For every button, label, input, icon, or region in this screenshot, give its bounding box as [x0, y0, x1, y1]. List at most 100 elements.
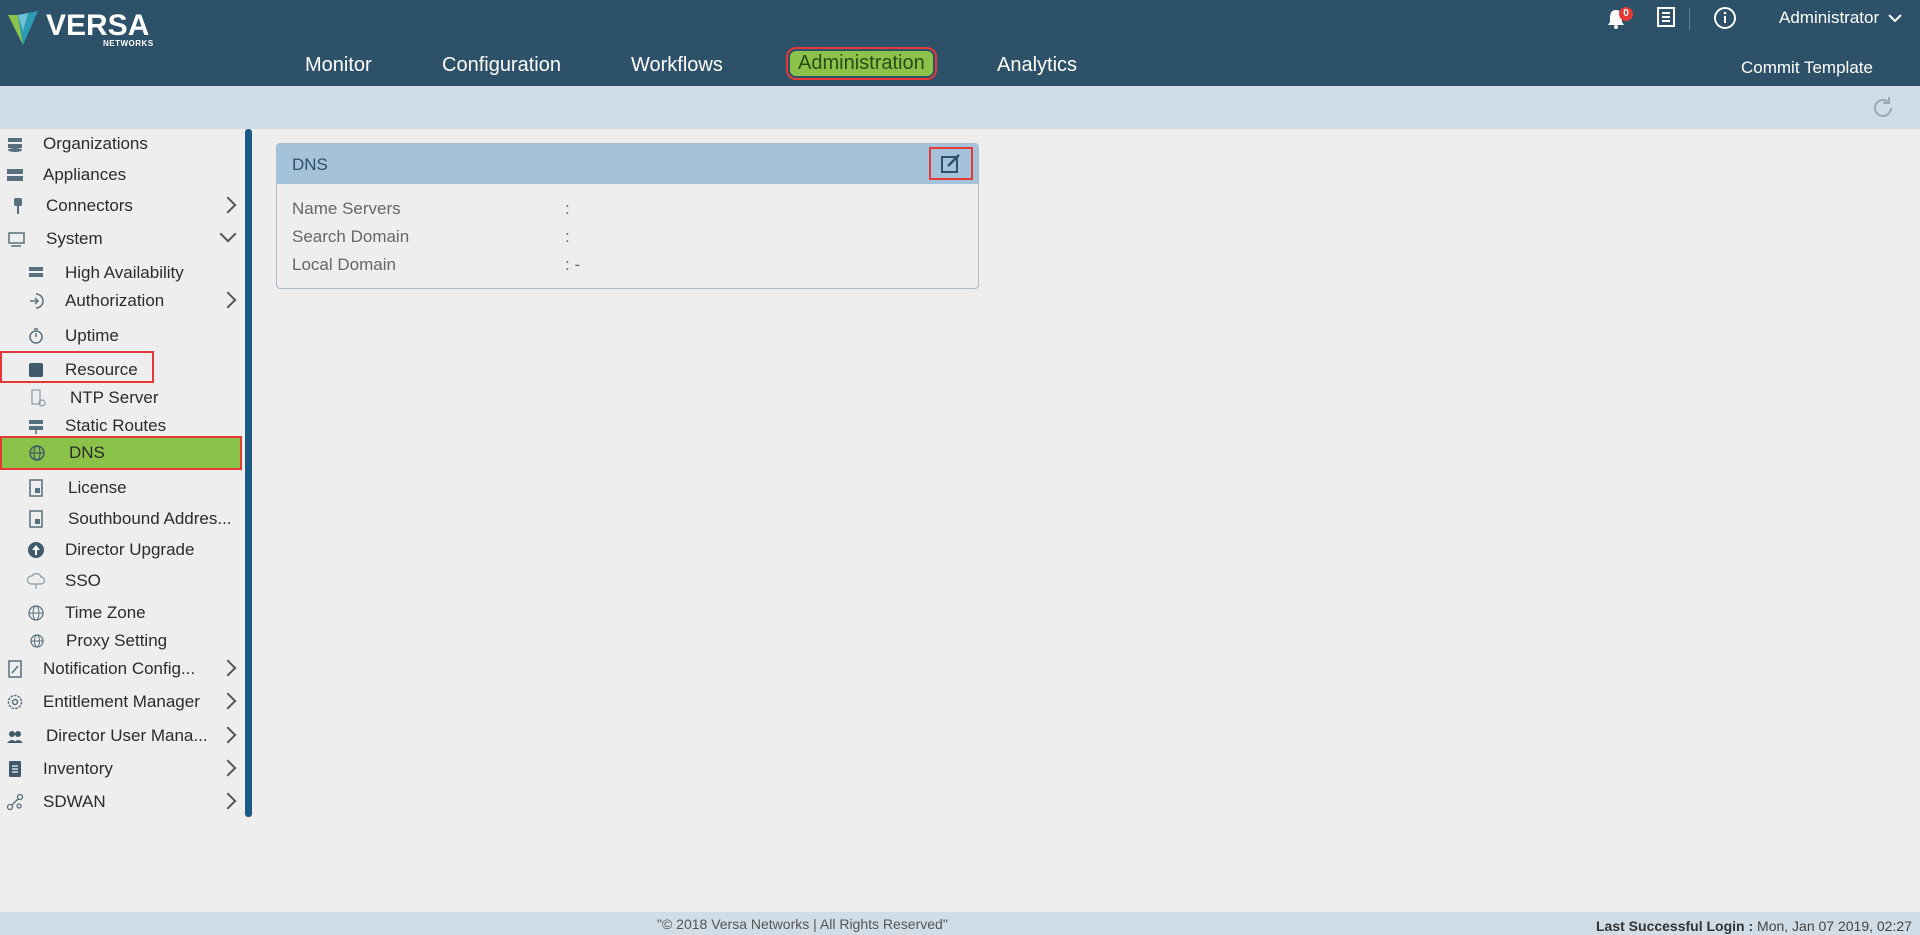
sidebar-item-label: Organizations: [43, 134, 148, 153]
refresh-button[interactable]: [1870, 95, 1896, 121]
sidebar-item-label: Inventory: [43, 759, 113, 778]
sidebar-item-uptime[interactable]: Uptime: [0, 323, 244, 349]
nav-configuration[interactable]: Configuration: [442, 54, 561, 77]
refresh-icon: [1874, 97, 1892, 117]
sidebar-item-proxy-setting[interactable]: Proxy Setting: [0, 628, 244, 654]
tasks-button[interactable]: [1656, 6, 1676, 33]
sdwan-icon: [6, 793, 24, 811]
sidebar-scrollbar[interactable]: [245, 129, 252, 817]
versa-logo[interactable]: VERSA NETWORKS: [6, 5, 156, 49]
sidebar-item-system[interactable]: System: [0, 225, 244, 252]
dns-card-header: DNS: [277, 144, 978, 184]
sidebar-item-static-routes[interactable]: Static Routes: [0, 413, 244, 439]
sidebar-item-label: Static Routes: [65, 416, 167, 435]
sidebar-item-sso[interactable]: SSO: [0, 568, 244, 594]
local-domain-value: : -: [565, 255, 581, 274]
sidebar-item-connectors[interactable]: Connectors: [0, 193, 244, 219]
sidebar-item-label: Appliances: [43, 165, 127, 184]
resource-icon: [29, 363, 43, 377]
sidebar-item-director-upgrade[interactable]: Director Upgrade: [0, 537, 244, 563]
search-domain-label: Search Domain: [292, 227, 410, 246]
director-upgrade-icon: [28, 542, 44, 558]
edit-dns-button[interactable]: [929, 147, 973, 180]
chevron-down-icon: [219, 225, 237, 243]
sidebar-item-label: Director User Mana...: [46, 726, 208, 745]
nav-workflows[interactable]: Workflows: [631, 54, 723, 77]
organizations-icon: [8, 138, 22, 152]
user-menu[interactable]: Administrator: [1779, 8, 1902, 28]
sidebar: Organizations Appliances Connectors Syst…: [0, 129, 252, 819]
sidebar-item-southbound-address[interactable]: Southbound Addres...: [0, 506, 244, 532]
sidebar-item-authorization[interactable]: Authorization: [0, 288, 244, 314]
sidebar-item-label: High Availability: [65, 263, 184, 282]
chevron-right-icon: [219, 659, 237, 677]
nav-monitor[interactable]: Monitor: [305, 54, 372, 77]
sidebar-item-license[interactable]: License: [0, 475, 244, 501]
ntp-server-icon: [31, 389, 46, 407]
sidebar-item-resource[interactable]: Resource: [0, 357, 244, 383]
sidebar-item-label: SDWAN: [43, 792, 106, 811]
clipboard-list-icon: [1657, 7, 1675, 27]
info-icon: [1714, 7, 1736, 29]
commit-template-button[interactable]: Commit Template: [1741, 58, 1873, 78]
dns-card-title: DNS: [292, 155, 328, 174]
sidebar-item-director-user-management[interactable]: Director User Mana...: [0, 723, 244, 749]
users-icon: [7, 731, 23, 743]
chevron-right-icon: [219, 196, 237, 214]
chevron-right-icon: [219, 692, 237, 710]
notifications-button[interactable]: 0: [1605, 6, 1635, 30]
nav-analytics[interactable]: Analytics: [997, 54, 1077, 77]
sidebar-item-high-availability[interactable]: High Availability: [0, 260, 244, 286]
sidebar-item-inventory[interactable]: Inventory: [0, 756, 244, 782]
high-availability-icon: [29, 267, 43, 277]
dns-card: DNS Name Servers : Search Domain : Local…: [276, 143, 979, 289]
system-icon: [8, 232, 25, 247]
sidebar-item-organizations[interactable]: Organizations: [0, 131, 244, 157]
sidebar-item-label: Entitlement Manager: [43, 692, 200, 711]
info-button[interactable]: [1713, 6, 1737, 35]
sidebar-item-notification-config[interactable]: Notification Config...: [0, 656, 244, 682]
sidebar-item-label: SSO: [65, 571, 101, 590]
brand-name: VERSA: [46, 9, 150, 42]
nav-administration[interactable]: Administration: [786, 47, 937, 80]
license-icon: [29, 479, 43, 497]
sidebar-item-label: Authorization: [65, 291, 165, 310]
chevron-right-icon: [219, 726, 237, 744]
sidebar-item-label: Uptime: [65, 326, 119, 345]
top-header: VERSA NETWORKS Monitor Configuration Wor…: [0, 0, 1920, 86]
name-servers-label: Name Servers: [292, 199, 401, 218]
sidebar-item-label: Director Upgrade: [65, 540, 195, 559]
local-domain-label: Local Domain: [292, 255, 396, 274]
last-login-value: Mon, Jan 07 2019, 02:27: [1757, 918, 1912, 934]
versa-logo-icon: [8, 11, 38, 45]
dns-icon: [29, 445, 45, 461]
uptime-icon: [29, 328, 43, 344]
chevron-down-icon: [1888, 14, 1902, 23]
southbound-address-icon: [29, 510, 43, 528]
sidebar-item-sdwan[interactable]: SDWAN: [0, 789, 244, 815]
time-zone-icon: [28, 605, 44, 621]
sidebar-item-ntp-server[interactable]: NTP Server: [0, 385, 244, 411]
chevron-right-icon: [219, 291, 237, 309]
sidebar-item-time-zone[interactable]: Time Zone: [0, 600, 244, 626]
sidebar-item-label: Time Zone: [65, 603, 146, 622]
static-routes-icon: [29, 420, 43, 434]
notification-config-icon: [8, 660, 22, 678]
sidebar-item-label: NTP Server: [70, 388, 159, 407]
sidebar-item-appliances[interactable]: Appliances: [0, 162, 244, 188]
header-divider: [1689, 8, 1690, 30]
name-servers-value: :: [565, 199, 570, 218]
proxy-setting-icon: [30, 634, 44, 648]
copyright-text: "© 2018 Versa Networks | All Rights Rese…: [657, 916, 948, 932]
sidebar-item-dns[interactable]: DNS: [0, 436, 242, 470]
alerts-count-badge: 0: [1619, 7, 1633, 21]
sidebar-item-label: License: [68, 478, 127, 497]
sidebar-item-label: Resource: [65, 360, 138, 379]
chevron-right-icon: [219, 792, 237, 810]
sidebar-item-label: System: [46, 229, 103, 248]
sidebar-item-entitlement-manager[interactable]: Entitlement Manager: [0, 689, 244, 715]
sidebar-item-label: Notification Config...: [43, 659, 196, 678]
sidebar-item-label: Proxy Setting: [66, 631, 168, 650]
sidebar-item-label: Southbound Addres...: [68, 509, 232, 528]
footer: "© 2018 Versa Networks | All Rights Rese…: [0, 912, 1920, 935]
